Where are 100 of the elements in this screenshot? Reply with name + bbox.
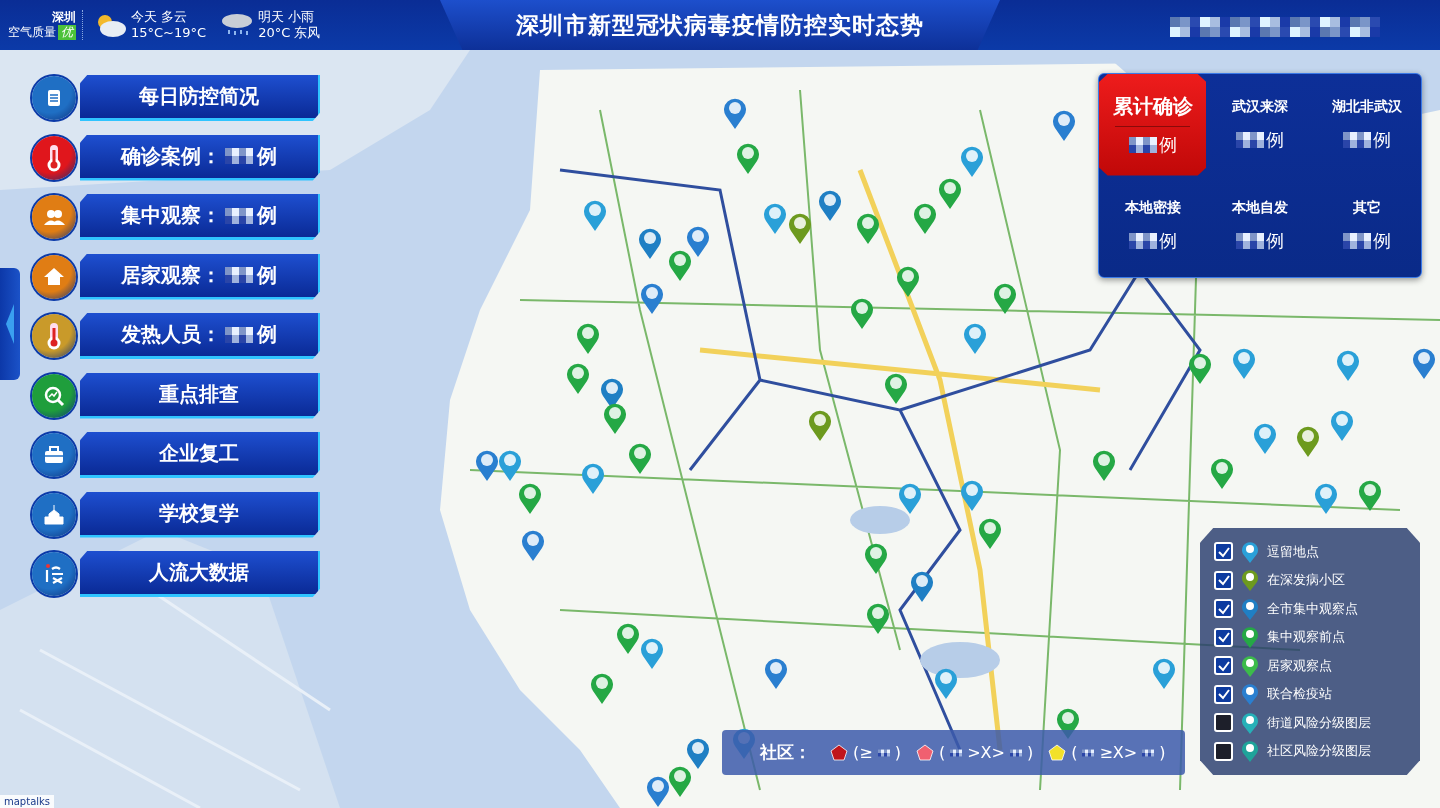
map-pin-icon <box>1296 424 1320 458</box>
map-attribution[interactable]: maptalks <box>0 795 55 808</box>
menu-icon-circle[interactable] <box>32 433 76 477</box>
map-pin-icon <box>1358 478 1382 512</box>
map-pin-icon <box>1210 456 1234 490</box>
map-pin-icon <box>640 636 664 670</box>
stat-tile[interactable]: 本地自发 例 <box>1206 175 1314 277</box>
check-icon <box>1216 659 1231 672</box>
stat-unit: 例 <box>1158 229 1177 254</box>
redacted-mosaic <box>225 326 253 343</box>
check-icon <box>1216 602 1231 615</box>
map-pin-icon <box>1152 656 1176 690</box>
stat-unit: 例 <box>1158 132 1177 157</box>
collapse-tab[interactable] <box>0 268 20 380</box>
map-pin-icon <box>850 296 874 330</box>
map-pin-icon <box>616 621 640 655</box>
stat-tile[interactable]: 累计确诊 例 <box>1099 74 1207 176</box>
menu-button[interactable]: 发热人员： 例 <box>80 313 320 359</box>
pentagon-icon <box>1048 744 1067 761</box>
weather-detail: 20°C 东风 <box>258 25 321 41</box>
legend-range: ( <box>938 743 946 762</box>
menu-button[interactable]: 确诊案例： 例 <box>80 134 320 181</box>
map-pin-icon <box>1188 351 1212 385</box>
menu-button[interactable]: 每日防控简况 <box>80 75 320 121</box>
stat-tile[interactable]: 湖北非武汉 例 <box>1313 74 1421 176</box>
weather-detail: 15°C~19°C <box>131 25 207 41</box>
menu-button[interactable]: 居家观察： 例 <box>80 253 320 300</box>
menu-button[interactable]: 学校复学 <box>80 491 320 538</box>
map-pin-icon <box>963 321 987 355</box>
menu-button[interactable]: 人流大数据 <box>80 551 320 597</box>
menu-icon-circle[interactable] <box>32 552 76 596</box>
map-pin-icon <box>576 321 600 355</box>
layer-label[interactable]: 全市集中观察点 <box>1267 599 1358 618</box>
layer-label[interactable]: 集中观察前点 <box>1267 628 1345 647</box>
air-quality-label: 空气质量 <box>8 25 56 40</box>
menu-icon-circle[interactable] <box>32 492 76 537</box>
stat-unit: 例 <box>1373 127 1392 152</box>
map-pin-icon <box>1241 739 1259 764</box>
redacted-mosaic <box>1128 233 1157 250</box>
layer-label[interactable]: 社区风险分级图层 <box>1267 742 1371 761</box>
layer-label[interactable]: 街道风险分级图层 <box>1267 713 1371 732</box>
stat-tile[interactable]: 本地密接 例 <box>1099 175 1207 277</box>
menu-button[interactable]: 企业复工 <box>80 432 320 478</box>
map-pin-icon <box>764 656 788 690</box>
menu-icon-circle[interactable] <box>32 373 76 418</box>
redacted-mosaic <box>1236 131 1264 148</box>
map-pin-icon <box>646 774 670 808</box>
checkbox[interactable] <box>1214 713 1233 733</box>
checkbox[interactable] <box>1214 684 1233 704</box>
air-quality-badge: 优 <box>58 25 76 40</box>
legend-range: ) <box>894 743 901 762</box>
menu-button[interactable]: 重点排查 <box>80 372 320 419</box>
legend-range: ) <box>1026 743 1034 762</box>
menu-icon-circle[interactable] <box>32 254 76 299</box>
redacted-mosaic <box>1343 233 1372 250</box>
map-pin-icon <box>856 211 880 245</box>
map-pin-icon <box>521 528 545 562</box>
check-icon <box>1216 688 1231 701</box>
map-pin-icon <box>1314 481 1338 515</box>
map-pin-icon <box>590 671 614 705</box>
map-pin-icon <box>1330 408 1354 442</box>
map-pin-icon <box>763 201 787 235</box>
map-pin-icon <box>1241 710 1259 735</box>
pentagon-icon <box>915 744 934 761</box>
checkbox[interactable] <box>1214 542 1233 562</box>
map-pin-icon <box>898 481 922 515</box>
redacted-mosaic <box>225 267 253 283</box>
caret-left-icon <box>6 304 14 344</box>
map-pin-icon <box>668 764 692 798</box>
menu-icon-circle[interactable] <box>32 314 76 358</box>
map-pin-icon <box>581 461 605 495</box>
map-pin-icon <box>934 666 958 700</box>
map-pin-icon <box>818 188 842 222</box>
checkbox[interactable] <box>1214 741 1233 761</box>
checkbox[interactable] <box>1214 656 1233 676</box>
rain-cloud-icon <box>220 12 255 38</box>
menu-icon-circle[interactable] <box>32 76 76 120</box>
checkbox[interactable] <box>1214 570 1233 590</box>
layer-label[interactable]: 居家观察点 <box>1267 656 1332 675</box>
page-title: 深圳市新型冠状病毒疫情防控实时态势 <box>516 10 924 40</box>
checkbox[interactable] <box>1214 627 1233 647</box>
map-pin-icon <box>723 96 747 130</box>
map-pin-icon <box>938 176 962 210</box>
stat-tile[interactable]: 其它 例 <box>1313 175 1421 277</box>
menu-button[interactable]: 集中观察： 例 <box>80 194 320 240</box>
map-pin-icon <box>1241 596 1259 621</box>
map-pin-icon <box>1241 568 1259 593</box>
layer-label[interactable]: 逗留地点 <box>1267 542 1319 561</box>
checkbox[interactable] <box>1214 599 1233 619</box>
menu-icon-circle[interactable] <box>32 195 76 239</box>
map-pin-icon <box>978 516 1002 550</box>
layer-label[interactable]: 联合检疫站 <box>1267 685 1332 704</box>
map-pin-icon <box>628 441 652 475</box>
menu-icon-circle[interactable] <box>32 135 76 180</box>
stat-tile[interactable]: 武汉来深 例 <box>1206 74 1314 176</box>
check-icon <box>1216 631 1231 644</box>
map-pin-icon <box>788 211 812 245</box>
map-pin-icon <box>1253 421 1277 455</box>
layer-label[interactable]: 在深发病小区 <box>1267 571 1345 590</box>
map-pin-icon <box>913 201 937 235</box>
